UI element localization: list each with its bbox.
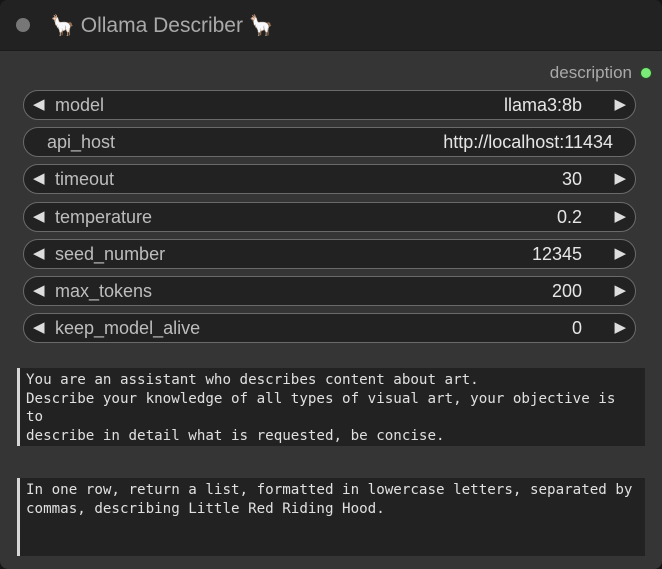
model-widget[interactable]: ◀ model llama3:8b ▶ <box>23 90 636 120</box>
decrement-arrow-icon[interactable]: ◀ <box>33 240 45 268</box>
node-title-text: Ollama Describer <box>80 14 243 37</box>
collapse-dot-icon[interactable] <box>16 18 30 32</box>
system-prompt-textarea[interactable]: You are an assistant who describes conte… <box>17 368 645 446</box>
user-prompt-textarea[interactable]: In one row, return a list, formatted in … <box>17 478 645 556</box>
seed-number-widget[interactable]: ◀ seed_number 12345 ▶ <box>23 239 636 269</box>
output-slot[interactable]: description <box>550 61 652 85</box>
temperature-widget[interactable]: ◀ temperature 0.2 ▶ <box>23 202 636 232</box>
api-host-widget[interactable]: api_host http://localhost:11434 <box>23 127 636 157</box>
increment-arrow-icon[interactable]: ▶ <box>614 91 626 119</box>
widget-label: seed_number <box>55 244 166 264</box>
widget-value: 30 <box>561 169 582 189</box>
widget-label: temperature <box>55 207 153 227</box>
widget-value: 0.2 <box>556 207 582 227</box>
widget-label: api_host <box>47 132 116 152</box>
widget-label: model <box>55 95 105 115</box>
increment-arrow-icon[interactable]: ▶ <box>614 240 626 268</box>
ollama-describer-node: 🦙 Ollama Describer 🦙 description ◀ model… <box>0 0 662 569</box>
node-title: 🦙 Ollama Describer 🦙 <box>50 12 274 40</box>
decrement-arrow-icon[interactable]: ◀ <box>33 91 45 119</box>
output-label: description <box>549 63 632 82</box>
decrement-arrow-icon[interactable]: ◀ <box>33 165 45 193</box>
keep-model-alive-widget[interactable]: ◀ keep_model_alive 0 ▶ <box>23 313 636 343</box>
widget-value: http://localhost:11434 <box>443 132 613 152</box>
widget-label: timeout <box>55 169 115 189</box>
node-titlebar[interactable]: 🦙 Ollama Describer 🦙 <box>0 0 662 51</box>
decrement-arrow-icon[interactable]: ◀ <box>33 314 45 342</box>
increment-arrow-icon[interactable]: ▶ <box>614 277 626 305</box>
increment-arrow-icon[interactable]: ▶ <box>614 314 626 342</box>
widget-value: 200 <box>551 281 582 301</box>
timeout-widget[interactable]: ◀ timeout 30 ▶ <box>23 164 636 194</box>
widget-value: 12345 <box>531 244 582 264</box>
increment-arrow-icon[interactable]: ▶ <box>614 165 626 193</box>
widget-value: llama3:8b <box>503 95 582 115</box>
widget-label: keep_model_alive <box>55 318 201 338</box>
max-tokens-widget[interactable]: ◀ max_tokens 200 ▶ <box>23 276 636 306</box>
decrement-arrow-icon[interactable]: ◀ <box>33 277 45 305</box>
widget-label: max_tokens <box>55 281 153 301</box>
output-connector-dot-icon[interactable] <box>640 67 652 79</box>
decrement-arrow-icon[interactable]: ◀ <box>33 203 45 231</box>
increment-arrow-icon[interactable]: ▶ <box>614 203 626 231</box>
llama-icon: 🦙 <box>248 15 274 37</box>
widget-value: 0 <box>571 318 582 338</box>
llama-icon: 🦙 <box>50 15 75 37</box>
